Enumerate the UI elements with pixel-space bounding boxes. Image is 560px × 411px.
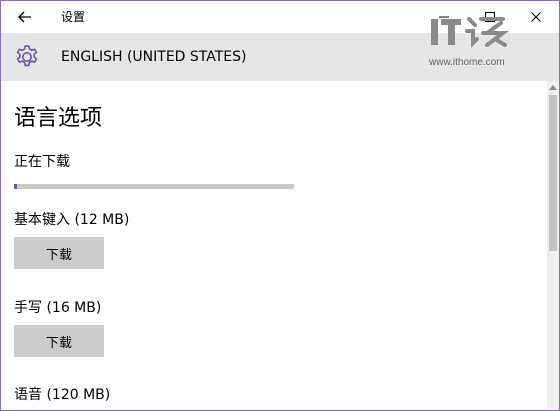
download-basic-typing-button[interactable]: 下载 — [14, 237, 104, 269]
back-arrow-icon — [18, 11, 31, 23]
gear-icon — [16, 45, 38, 67]
watermark: www.ithome.com — [429, 11, 521, 81]
language-name: ENGLISH (UNITED STATES) — [61, 49, 247, 65]
scroll-up-icon[interactable] — [549, 85, 557, 90]
back-button[interactable] — [7, 1, 43, 33]
download-progress-fill — [14, 184, 17, 189]
download-progress-bar — [14, 184, 294, 189]
close-icon — [531, 12, 541, 22]
feature-label-speech: 语音 (120 MB) — [14, 387, 111, 403]
window-title: 设置 — [61, 10, 86, 24]
scrollbar-thumb[interactable] — [549, 95, 557, 251]
settings-window: 设置 ENGLISH (UNITED STATES) www.ithome.co… — [0, 0, 560, 411]
downloading-label: 正在下载 — [14, 154, 70, 170]
watermark-url: www.ithome.com — [429, 57, 505, 68]
page-title: 语言选项 — [14, 106, 103, 131]
download-handwriting-button[interactable]: 下载 — [14, 325, 104, 357]
ithome-logo — [431, 17, 509, 48]
feature-label-basic-typing: 基本键入 (12 MB) — [14, 212, 130, 228]
vertical-scrollbar[interactable] — [547, 81, 559, 410]
feature-label-handwriting: 手写 (16 MB) — [14, 300, 102, 316]
content-area: 语言选项 正在下载 基本键入 (12 MB) 下载 手写 (16 MB) 下载 … — [1, 81, 547, 410]
